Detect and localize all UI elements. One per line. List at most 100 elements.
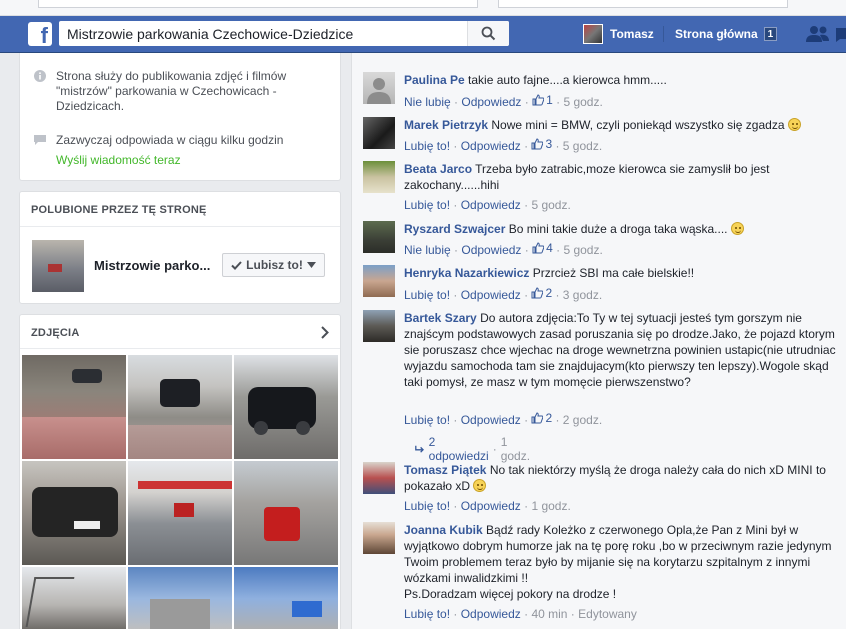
home-link[interactable]: Strona główna 1: [675, 23, 778, 45]
comments-list: Paulina Pe takie auto fajne....a kierowc…: [351, 53, 846, 629]
commenter-avatar[interactable]: [363, 221, 395, 253]
reply-action[interactable]: Odpowiedz: [461, 243, 521, 257]
reply-action[interactable]: Odpowiedz: [461, 198, 521, 212]
photo-thumbnail[interactable]: [128, 461, 232, 565]
reply-action[interactable]: Odpowiedz: [461, 413, 521, 427]
photo-thumbnail[interactable]: [22, 355, 126, 459]
liked-page-thumbnail[interactable]: [32, 240, 84, 292]
photo-thumbnail[interactable]: [22, 461, 126, 565]
commenter-avatar[interactable]: [363, 265, 395, 297]
liked-page-name[interactable]: Mistrzowie parko...: [94, 258, 210, 273]
photo-thumbnail[interactable]: [22, 567, 126, 629]
like-count[interactable]: 2: [531, 411, 552, 425]
photo-thumbnail[interactable]: [234, 355, 338, 459]
comment-actions: Lubię to! · Odpowiedz · 3 · 5 godz.: [404, 137, 603, 153]
divider: [20, 348, 340, 349]
comment-time[interactable]: 5 godz.: [563, 95, 602, 109]
commenter-avatar[interactable]: [363, 462, 395, 494]
comment-body: Beata Jarco Trzeba było zatrabic,moze ki…: [404, 161, 844, 193]
comment-time[interactable]: 40 min: [531, 607, 567, 621]
thumbs-up-icon: [531, 287, 544, 299]
divider: [20, 226, 340, 227]
comment-text: Nowe mini = BMW, czyli poniekąd wszystko…: [491, 118, 785, 132]
commenter-name[interactable]: Paulina Pe: [404, 73, 465, 87]
comment-text: Przrcież SBI ma całe bielskie!!: [532, 266, 695, 280]
like-action[interactable]: Nie lubię: [404, 95, 451, 109]
commenter-name[interactable]: Bartek Szary: [404, 311, 477, 325]
profile-link[interactable]: Tomasz: [583, 23, 654, 45]
commenter-avatar[interactable]: [363, 72, 395, 104]
liked-by-heading: POLUBIONE PRZEZ TĘ STRONĘ: [31, 204, 207, 216]
send-message-link[interactable]: Wyślij wiadomość teraz: [56, 153, 283, 167]
comment-time[interactable]: 2 godz.: [563, 413, 602, 427]
like-action[interactable]: Lubię to!: [404, 607, 450, 621]
comment-time[interactable]: 5 godz.: [531, 198, 570, 212]
commenter-name[interactable]: Beata Jarco: [404, 162, 472, 176]
like-count[interactable]: 4: [532, 241, 553, 255]
search-button[interactable]: [467, 21, 509, 46]
chat-bubble-icon: [34, 135, 46, 145]
reply-arrow-icon: [415, 445, 424, 453]
like-action[interactable]: Lubię to!: [404, 139, 450, 153]
like-page-label: Lubisz to!: [246, 258, 303, 272]
view-replies[interactable]: 2 odpowiedzi · 1 godz.: [415, 435, 532, 463]
reply-action[interactable]: Odpowiedz: [461, 607, 521, 621]
photo-thumbnail[interactable]: [128, 355, 232, 459]
comment-actions: Lubię to! · Odpowiedz · 2 · 2 godz.: [404, 411, 603, 427]
avatar: [583, 24, 603, 44]
reply-action[interactable]: Odpowiedz: [461, 95, 521, 109]
like-count[interactable]: 2: [531, 286, 552, 300]
commenter-name[interactable]: Marek Pietrzyk: [404, 118, 488, 132]
edited-label[interactable]: Edytowany: [578, 607, 637, 621]
like-page-button[interactable]: Lubisz to!: [222, 253, 325, 277]
check-icon: [231, 260, 242, 270]
facebook-logo[interactable]: f: [28, 22, 52, 46]
commenter-name[interactable]: Ryszard Szwajcer: [404, 222, 505, 236]
comment-body: Bartek Szary Do autora zdjęcia:To Ty w t…: [404, 310, 844, 390]
commenter-avatar[interactable]: [363, 161, 395, 193]
commenter-avatar[interactable]: [363, 310, 395, 342]
browser-tab[interactable]: [498, 0, 788, 8]
like-action[interactable]: Nie lubię: [404, 243, 451, 257]
photo-thumbnail[interactable]: [234, 567, 338, 629]
comment-body: Paulina Pe takie auto fajne....a kierowc…: [404, 72, 844, 88]
photos-heading[interactable]: ZDJĘCIA: [31, 327, 79, 339]
commenter-name[interactable]: Tomasz Piątek: [404, 463, 486, 477]
chevron-right-icon[interactable]: [321, 326, 329, 339]
comment-actions: Lubię to! · Odpowiedz · 5 godz.: [404, 198, 571, 212]
friend-requests-icon[interactable]: [806, 25, 830, 43]
search-input[interactable]: [59, 21, 469, 46]
page-description: Strona służy do publikowania zdjęć i fil…: [56, 69, 287, 113]
comment-actions: Lubię to! · Odpowiedz · 2 · 3 godz.: [404, 286, 603, 302]
thumbs-up-icon: [532, 242, 545, 254]
comment-time[interactable]: 5 godz.: [563, 139, 602, 153]
reply-action[interactable]: Odpowiedz: [461, 288, 521, 302]
like-action[interactable]: Lubię to!: [404, 288, 450, 302]
home-badge: 1: [763, 27, 778, 41]
like-action[interactable]: Lubię to!: [404, 499, 450, 513]
comment-text: Bo mini takie duże a droga taka wąska...…: [508, 222, 728, 236]
comment-time[interactable]: 1 godz.: [531, 499, 570, 513]
replies-count[interactable]: 2 odpowiedzi: [429, 435, 489, 463]
about-panel: Strona służy do publikowania zdjęć i fil…: [19, 53, 341, 181]
commenter-name[interactable]: Joanna Kubik: [404, 523, 483, 537]
caret-down-icon: [306, 262, 316, 268]
commenter-avatar[interactable]: [363, 522, 395, 554]
photo-thumbnail[interactable]: [234, 461, 338, 565]
commenter-avatar[interactable]: [363, 117, 395, 149]
like-count[interactable]: 1: [532, 93, 553, 107]
browser-tab[interactable]: [38, 0, 478, 8]
messages-icon[interactable]: [836, 25, 846, 43]
commenter-name[interactable]: Henryka Nazarkiewicz: [404, 266, 529, 280]
default-avatar-icon: [367, 78, 391, 104]
reply-action[interactable]: Odpowiedz: [461, 499, 521, 513]
comment-time[interactable]: 5 godz.: [563, 243, 602, 257]
reply-action[interactable]: Odpowiedz: [461, 139, 521, 153]
like-count[interactable]: 3: [531, 137, 552, 151]
like-action[interactable]: Lubię to!: [404, 413, 450, 427]
photo-thumbnail[interactable]: [128, 567, 232, 629]
comment-actions: Lubię to! · Odpowiedz · 40 min · Edytowa…: [404, 607, 637, 621]
like-action[interactable]: Lubię to!: [404, 198, 450, 212]
comment-text: takie auto fajne....a kierowca hmm.....: [468, 73, 667, 87]
comment-time[interactable]: 3 godz.: [563, 288, 602, 302]
